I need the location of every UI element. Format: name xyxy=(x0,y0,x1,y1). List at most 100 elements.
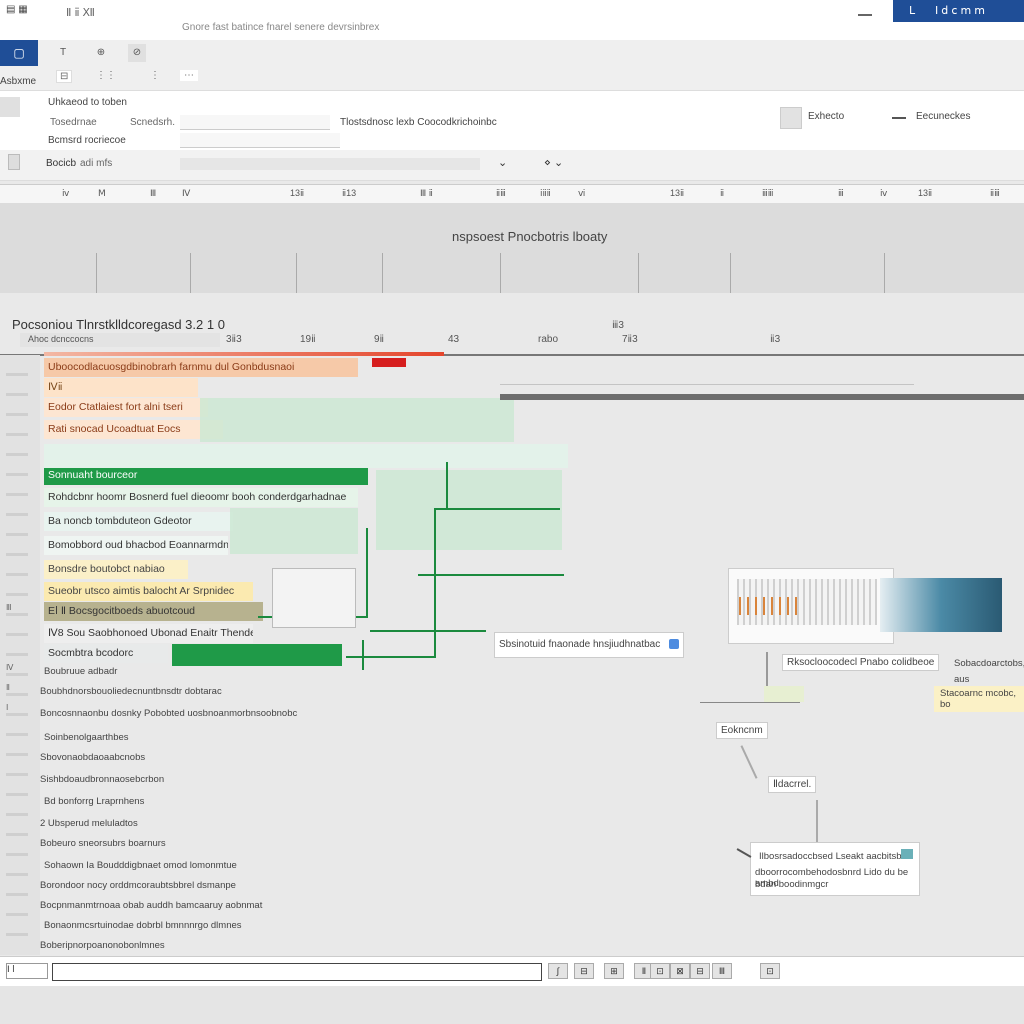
task-row[interactable]: Sonnuaht bourceor xyxy=(44,466,368,485)
add-tool-icon[interactable]: ⊕ xyxy=(92,44,110,62)
connector-line xyxy=(418,574,564,576)
footer-tool-icon[interactable]: ⊟ xyxy=(690,963,710,979)
footer-tool-icon[interactable]: ⊡ xyxy=(760,963,780,979)
callout-note[interactable]: Sbsinotuid fnaonade hnsjiudhnatbac xyxy=(494,632,685,658)
list-item[interactable]: Bocpnmanmtrnoaa obab auddh bamcaaruy aob… xyxy=(40,900,262,911)
row-handle[interactable] xyxy=(6,643,32,651)
row-handle[interactable] xyxy=(6,523,32,531)
task-row[interactable]: Bonsdre boutobct nabiao xyxy=(44,560,188,579)
list-item[interactable]: Boubhdnorsbouoliedecnuntbnsdtr dobtarac xyxy=(40,686,222,697)
row-handle[interactable]: Ⅳ xyxy=(6,663,32,672)
ruler-mark: ⅱⅲ xyxy=(990,188,1000,198)
row-handle[interactable] xyxy=(6,823,32,831)
footer-tool-icon[interactable]: Ⅲ xyxy=(712,963,732,979)
row-handle[interactable] xyxy=(6,483,32,491)
list-item[interactable]: Sishbdoaudbronnaosebcrbon xyxy=(40,774,164,785)
row-handle[interactable] xyxy=(6,843,32,851)
property-input-2[interactable] xyxy=(180,133,340,148)
list-item[interactable]: Soinbenolgaarthbes xyxy=(44,732,129,743)
row-handle[interactable] xyxy=(6,623,32,631)
task-row[interactable]: Eodor Ctatlaiest fort alni tseri xyxy=(44,398,208,417)
diagram-node-4[interactable]: Ilbosrsadoccbsed Lseakt aacbitsb dboorro… xyxy=(750,842,920,896)
row-handle[interactable] xyxy=(6,403,32,411)
property-input-1[interactable] xyxy=(180,115,330,130)
diagram-node-1[interactable]: Rksocloocodecl Pnabo colidbeoe xyxy=(782,654,940,671)
milestone-box[interactable] xyxy=(272,568,356,628)
app-icon[interactable]: ▤ ▦ xyxy=(6,4,28,15)
home-button[interactable]: ▢ xyxy=(0,40,38,66)
progress-bar[interactable] xyxy=(172,644,342,666)
minimize-icon[interactable] xyxy=(858,6,872,16)
row-handle[interactable] xyxy=(6,903,32,911)
task-row[interactable]: Ⅳⅱ xyxy=(44,378,198,397)
row-handle[interactable] xyxy=(6,583,32,591)
footer-tool-icon[interactable]: ⊟ xyxy=(574,963,594,979)
task-row[interactable]: Uboocodlacuosgdbinobrarh farnmu dul Gonb… xyxy=(44,358,358,377)
row-handle[interactable]: Ⅰ xyxy=(6,703,32,712)
task-row[interactable]: Ⅳ8 Sou Saobhonoed Ubonad Enaitr Thendes xyxy=(44,624,253,643)
row-handle[interactable] xyxy=(6,443,32,451)
row-handle[interactable] xyxy=(6,763,32,771)
row-handle[interactable] xyxy=(6,543,32,551)
row-handle[interactable] xyxy=(6,503,32,511)
link-tool-icon[interactable]: ⊘ xyxy=(128,44,146,62)
text-tool-icon[interactable]: T xyxy=(54,44,72,62)
task-row[interactable]: Bomobbord oud bhacbod Eoannarmdnob xyxy=(44,536,228,555)
collapse-icon[interactable]: ⊟ xyxy=(56,70,73,83)
row-handle[interactable] xyxy=(6,783,32,791)
page-indicator[interactable]: Ⅰ ⅼ xyxy=(6,963,48,979)
property-value-2[interactable]: Tlostsdnosc lexb Coocodkrichoinbc xyxy=(340,117,497,128)
row-handle[interactable]: Ⅲ xyxy=(6,603,32,612)
footer-tool-icon[interactable]: ∫ xyxy=(548,963,568,979)
options-icon[interactable]: ⋄ ⌄ xyxy=(544,156,563,169)
task-row[interactable]: Eⅼ Ⅱ Bocsgocitboeds abuotcoud xyxy=(44,602,263,621)
row-handle[interactable] xyxy=(6,463,32,471)
row-handle[interactable] xyxy=(6,383,32,391)
row-handle[interactable] xyxy=(6,803,32,811)
filter-value[interactable]: adi mfs xyxy=(80,158,112,169)
row-handle[interactable] xyxy=(6,563,32,571)
columns-icon[interactable]: ⋮⋮ xyxy=(96,70,116,81)
dependency-bar[interactable] xyxy=(500,394,1024,400)
task-row[interactable]: Rati snocad Ucoadtuat Eocs xyxy=(44,420,223,439)
list-item[interactable]: 2 Ubsperud meluladtos xyxy=(40,818,138,829)
row-handle[interactable]: Ⅱ xyxy=(6,683,32,692)
filter-input[interactable] xyxy=(180,158,480,170)
list-item[interactable]: Bobeuro sneorsubrs boarnurs xyxy=(40,838,166,849)
list-item[interactable]: Sohaown Ia Boudddigbnaet omod lomonmtue xyxy=(44,860,237,871)
row-handle[interactable] xyxy=(6,923,32,931)
list-item[interactable]: Boncosnnaonbu dosnky Pobobted uosbnoanmo… xyxy=(40,708,297,719)
preview-image[interactable] xyxy=(880,578,1002,632)
row-handle[interactable] xyxy=(6,723,32,731)
diagram-node-2[interactable]: Eokncnm xyxy=(716,722,768,739)
footer-tool-icon[interactable]: ⊞ xyxy=(604,963,624,979)
list-item[interactable]: Bd bonforrg Lraprnhens xyxy=(44,796,144,807)
option-checkbox[interactable] xyxy=(780,107,802,129)
filter-icon[interactable] xyxy=(8,154,20,170)
list-item[interactable]: Boubruue adbadr xyxy=(44,666,117,677)
row-handle[interactable] xyxy=(6,863,32,871)
row-handle[interactable] xyxy=(6,883,32,891)
list-item[interactable]: Sbovonaobdaoaabcnobs xyxy=(40,752,145,763)
footer-tool-icon[interactable]: ⊠ xyxy=(670,963,690,979)
more-icon[interactable]: ⋮ xyxy=(150,70,160,81)
row-handle[interactable] xyxy=(6,423,32,431)
task-row[interactable]: Socmbtra bcodorc xyxy=(44,644,168,663)
critical-marker[interactable] xyxy=(372,358,406,367)
critical-bar[interactable] xyxy=(44,352,444,356)
list-item[interactable]: Boberipnorpoanonobonlmnes xyxy=(40,940,165,951)
diagram-node-3[interactable]: Ⅱdacrrel. xyxy=(768,776,817,793)
user-account-button[interactable]: Ⅼ Ⅰ ⅾ ⅽ ⅿ ⅿ xyxy=(893,0,1024,22)
preview-thumbnail[interactable] xyxy=(728,568,894,644)
command-input[interactable] xyxy=(52,963,542,981)
row-handle[interactable] xyxy=(6,743,32,751)
task-row[interactable]: Sueobr utsco aimtis balocht Ar Srpnidec xyxy=(44,582,253,601)
task-row[interactable]: Ba noncb tombduteon Gdeotor xyxy=(44,512,233,531)
footer-tool-icon[interactable]: ⊡ xyxy=(650,963,670,979)
list-item[interactable]: Borondoor nocy orddmcoraubtsbbrel dsmanp… xyxy=(40,880,236,891)
row-handle[interactable] xyxy=(6,363,32,371)
chevron-down-icon[interactable]: ⌄ xyxy=(498,156,507,169)
overflow-icon[interactable]: ⋯ xyxy=(180,70,198,81)
list-item[interactable]: Bonaonmcsrtuinodae dobrbl bmnnnrgo dlmne… xyxy=(44,920,242,931)
task-row[interactable]: Rohdcbnr hoomr Bosnerd fuel dieoomr booh… xyxy=(44,488,358,507)
